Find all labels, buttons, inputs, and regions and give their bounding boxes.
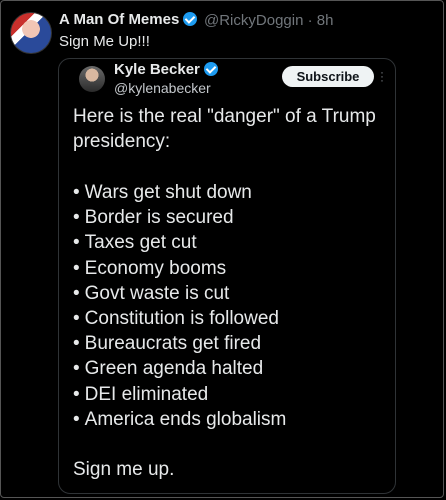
list-item: Economy booms (73, 256, 391, 281)
list-item: Constitution is followed (73, 306, 391, 331)
list-item: Wars get shut down (73, 180, 391, 205)
post-text: Sign Me Up!!! (59, 33, 150, 50)
author-avatar[interactable] (10, 12, 52, 54)
quoted-post-body: Here is the real "danger" of a Trump pre… (73, 104, 391, 482)
quoted-post-signoff: Sign me up. (73, 458, 175, 480)
list-item: Green agenda halted (73, 356, 391, 381)
quoted-author-avatar[interactable] (79, 66, 105, 92)
list-item: Border is secured (73, 205, 391, 230)
author-name-text[interactable]: A Man Of Memes (59, 11, 179, 28)
quoted-author-name-text[interactable]: Kyle Becker (114, 61, 200, 78)
quoted-author-name[interactable]: Kyle Becker (114, 61, 218, 78)
list-item: Taxes get cut (73, 230, 391, 255)
verified-badge-icon (183, 12, 198, 26)
quoted-author-handle[interactable]: @kylenabecker (114, 80, 211, 96)
list-item: Bureaucrats get fired (73, 331, 391, 356)
list-item: DEI eliminated (73, 382, 391, 407)
list-item: Govt waste is cut (73, 281, 391, 306)
subscribe-button[interactable]: Subscribe (282, 66, 374, 87)
bullet-list: Wars get shut down Border is secured Tax… (73, 180, 391, 432)
author-handle-time[interactable]: @RickyDoggin · 8h (204, 12, 333, 29)
quoted-post-intro: Here is the real "danger" of a Trump pre… (73, 106, 376, 152)
list-item: America ends globalism (73, 407, 391, 432)
author-name[interactable]: A Man Of Memes (59, 11, 198, 28)
verified-badge-icon (203, 62, 218, 76)
more-options-icon[interactable]: · · · (380, 66, 384, 86)
